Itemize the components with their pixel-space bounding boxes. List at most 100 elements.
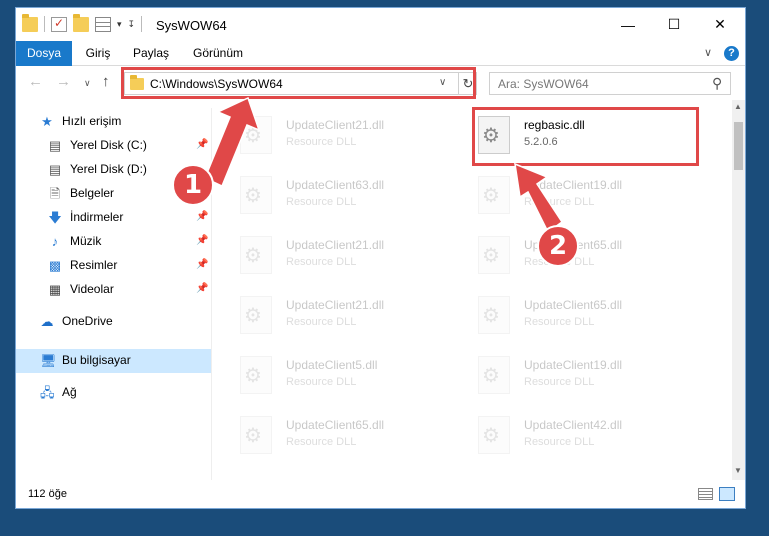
view-icon[interactable] (95, 16, 111, 32)
search-icon[interactable]: ⚲ (712, 75, 722, 92)
file-name: UpdateClient21.dll (286, 118, 385, 132)
sidebar-item-music[interactable]: ♪ Müzik 📌 (16, 230, 211, 254)
close-button[interactable]: ✕ (697, 8, 743, 41)
file-item[interactable]: UpdateClient65.dll Resource DLL (476, 232, 706, 284)
sidebar-item-this-pc[interactable]: 🖥 Bu bilgisayar (16, 349, 211, 373)
file-item[interactable]: UpdateClient21.dll Resource DLL (238, 112, 468, 164)
item-count: 112 öğe (28, 488, 67, 500)
sidebar-item-label: Resimler (70, 258, 118, 272)
scrollbar-thumb[interactable] (734, 122, 743, 170)
large-icons-view-icon[interactable] (719, 487, 735, 501)
sidebar-item-label: Yerel Disk (C:) (70, 138, 147, 152)
sidebar-item-label: Bu bilgisayar (62, 353, 131, 367)
vertical-scrollbar[interactable]: ▲ ▼ (732, 100, 745, 480)
file-item[interactable]: UpdateClient65.dll Resource DLL (238, 412, 468, 464)
scroll-down-icon[interactable]: ▼ (734, 466, 742, 475)
sidebar-item-label: Hızlı erişim (62, 114, 122, 128)
network-icon: 🖧 (40, 385, 55, 400)
forward-arrow-icon[interactable]: → (56, 73, 71, 90)
dll-file-icon (478, 176, 510, 214)
sidebar-item-label: Belgeler (70, 186, 115, 200)
navigation-pane: ★ Hızlı erişim ▤ Yerel Disk (C:) 📌 ▤ Yer… (16, 108, 211, 480)
step-badge-1: 1 (172, 164, 214, 206)
folder-icon[interactable] (22, 13, 38, 32)
file-description: Resource DLL (286, 316, 357, 328)
file-name: UpdateClient65.dll (524, 298, 623, 312)
file-description: Resource DLL (286, 376, 357, 388)
sidebar-item-label: İndirmeler (70, 210, 124, 224)
file-name: UpdateClient65.dll (286, 418, 385, 432)
toolbar-divider (141, 16, 143, 32)
dll-file-icon (478, 356, 510, 394)
download-icon: 🡇 (48, 210, 62, 225)
drive-icon: ▤ (48, 162, 62, 177)
file-item[interactable]: UpdateClient21.dll Resource DLL (238, 232, 468, 284)
dll-file-icon (240, 236, 272, 274)
sidebar-item-network[interactable]: 🖧 Ağ (16, 381, 211, 405)
search-placeholder: Ara: SysWOW64 (498, 77, 589, 91)
sidebar-item-videos[interactable]: ▦ Videolar 📌 (16, 278, 211, 302)
customize-toolbar-icon[interactable]: ↧ (128, 19, 136, 30)
sidebar-item-pictures[interactable]: ▩ Resimler 📌 (16, 254, 211, 278)
tab-share[interactable]: Paylaş (124, 41, 178, 66)
dll-file-icon (240, 356, 272, 394)
sidebar-item-quick-access[interactable]: ★ Hızlı erişim (16, 110, 211, 134)
file-item[interactable]: UpdateClient19.dll Resource DLL (476, 352, 706, 404)
file-item[interactable]: UpdateClient42.dll Resource DLL (476, 412, 706, 464)
file-item[interactable]: UpdateClient5.dll Resource DLL (238, 352, 468, 404)
new-folder-icon[interactable] (73, 13, 89, 32)
toolbar-divider (44, 16, 45, 32)
file-item[interactable]: UpdateClient63.dll Resource DLL (238, 172, 468, 224)
file-description: Resource DLL (286, 256, 357, 268)
file-name: UpdateClient19.dll (524, 178, 623, 192)
tab-file[interactable]: Dosya (16, 41, 72, 66)
file-name: UpdateClient21.dll (286, 298, 385, 312)
sidebar-item-downloads[interactable]: 🡇 İndirmeler 📌 (16, 206, 211, 230)
chevron-down-icon[interactable]: ▾ (117, 19, 122, 30)
pin-icon[interactable]: 📌 (196, 139, 208, 150)
quick-access-toolbar: ▾ ↧ (22, 13, 143, 32)
scroll-up-icon[interactable]: ▲ (734, 102, 742, 111)
search-input[interactable]: Ara: SysWOW64 ⚲ (489, 72, 731, 95)
file-description: Resource DLL (524, 196, 595, 208)
pin-icon[interactable]: 📌 (196, 283, 208, 294)
dll-file-icon (478, 416, 510, 454)
drive-icon: ▤ (48, 138, 62, 153)
dll-file-icon (478, 296, 510, 334)
file-item[interactable]: UpdateClient65.dll Resource DLL (476, 292, 706, 344)
details-view-icon[interactable] (698, 488, 713, 500)
documents-icon: 🗎 (49, 186, 61, 201)
pin-icon[interactable]: 📌 (196, 211, 208, 222)
file-item[interactable]: UpdateClient19.dll Resource DLL (476, 172, 706, 224)
file-name: UpdateClient19.dll (524, 358, 623, 372)
dll-file-icon (240, 416, 272, 454)
recent-locations-icon[interactable]: ∨ (84, 78, 91, 89)
expand-ribbon-icon[interactable]: ∨ (704, 46, 712, 59)
pin-icon[interactable]: 📌 (196, 259, 208, 270)
dll-file-icon (240, 296, 272, 334)
file-name: UpdateClient5.dll (286, 358, 378, 372)
step-badge-2: 2 (537, 225, 579, 267)
file-highlight-box (472, 107, 699, 166)
file-item[interactable]: UpdateClient21.dll Resource DLL (238, 292, 468, 344)
file-name: UpdateClient21.dll (286, 238, 385, 252)
tab-home[interactable]: Giriş (76, 41, 120, 66)
window-title: SysWOW64 (156, 18, 227, 33)
pin-icon[interactable]: 📌 (196, 235, 208, 246)
music-icon: ♪ (51, 234, 59, 249)
videos-icon: ▦ (48, 282, 62, 297)
sidebar-item-disk-c[interactable]: ▤ Yerel Disk (C:) 📌 (16, 134, 211, 158)
up-arrow-icon[interactable]: ↑ (102, 73, 110, 90)
sidebar-item-label: Ağ (62, 385, 77, 399)
help-icon[interactable]: ? (724, 46, 739, 61)
file-description: Resource DLL (524, 316, 595, 328)
dll-file-icon (240, 116, 272, 154)
back-arrow-icon[interactable]: ← (28, 73, 43, 90)
status-bar: 112 öğe (16, 482, 745, 508)
file-description: Resource DLL (524, 376, 595, 388)
sidebar-item-onedrive[interactable]: ☁ OneDrive (16, 310, 211, 334)
tab-view[interactable]: Görünüm (184, 41, 252, 66)
minimize-button[interactable]: — (605, 8, 651, 41)
maximize-button[interactable]: ☐ (651, 8, 697, 41)
properties-icon[interactable] (51, 16, 67, 32)
